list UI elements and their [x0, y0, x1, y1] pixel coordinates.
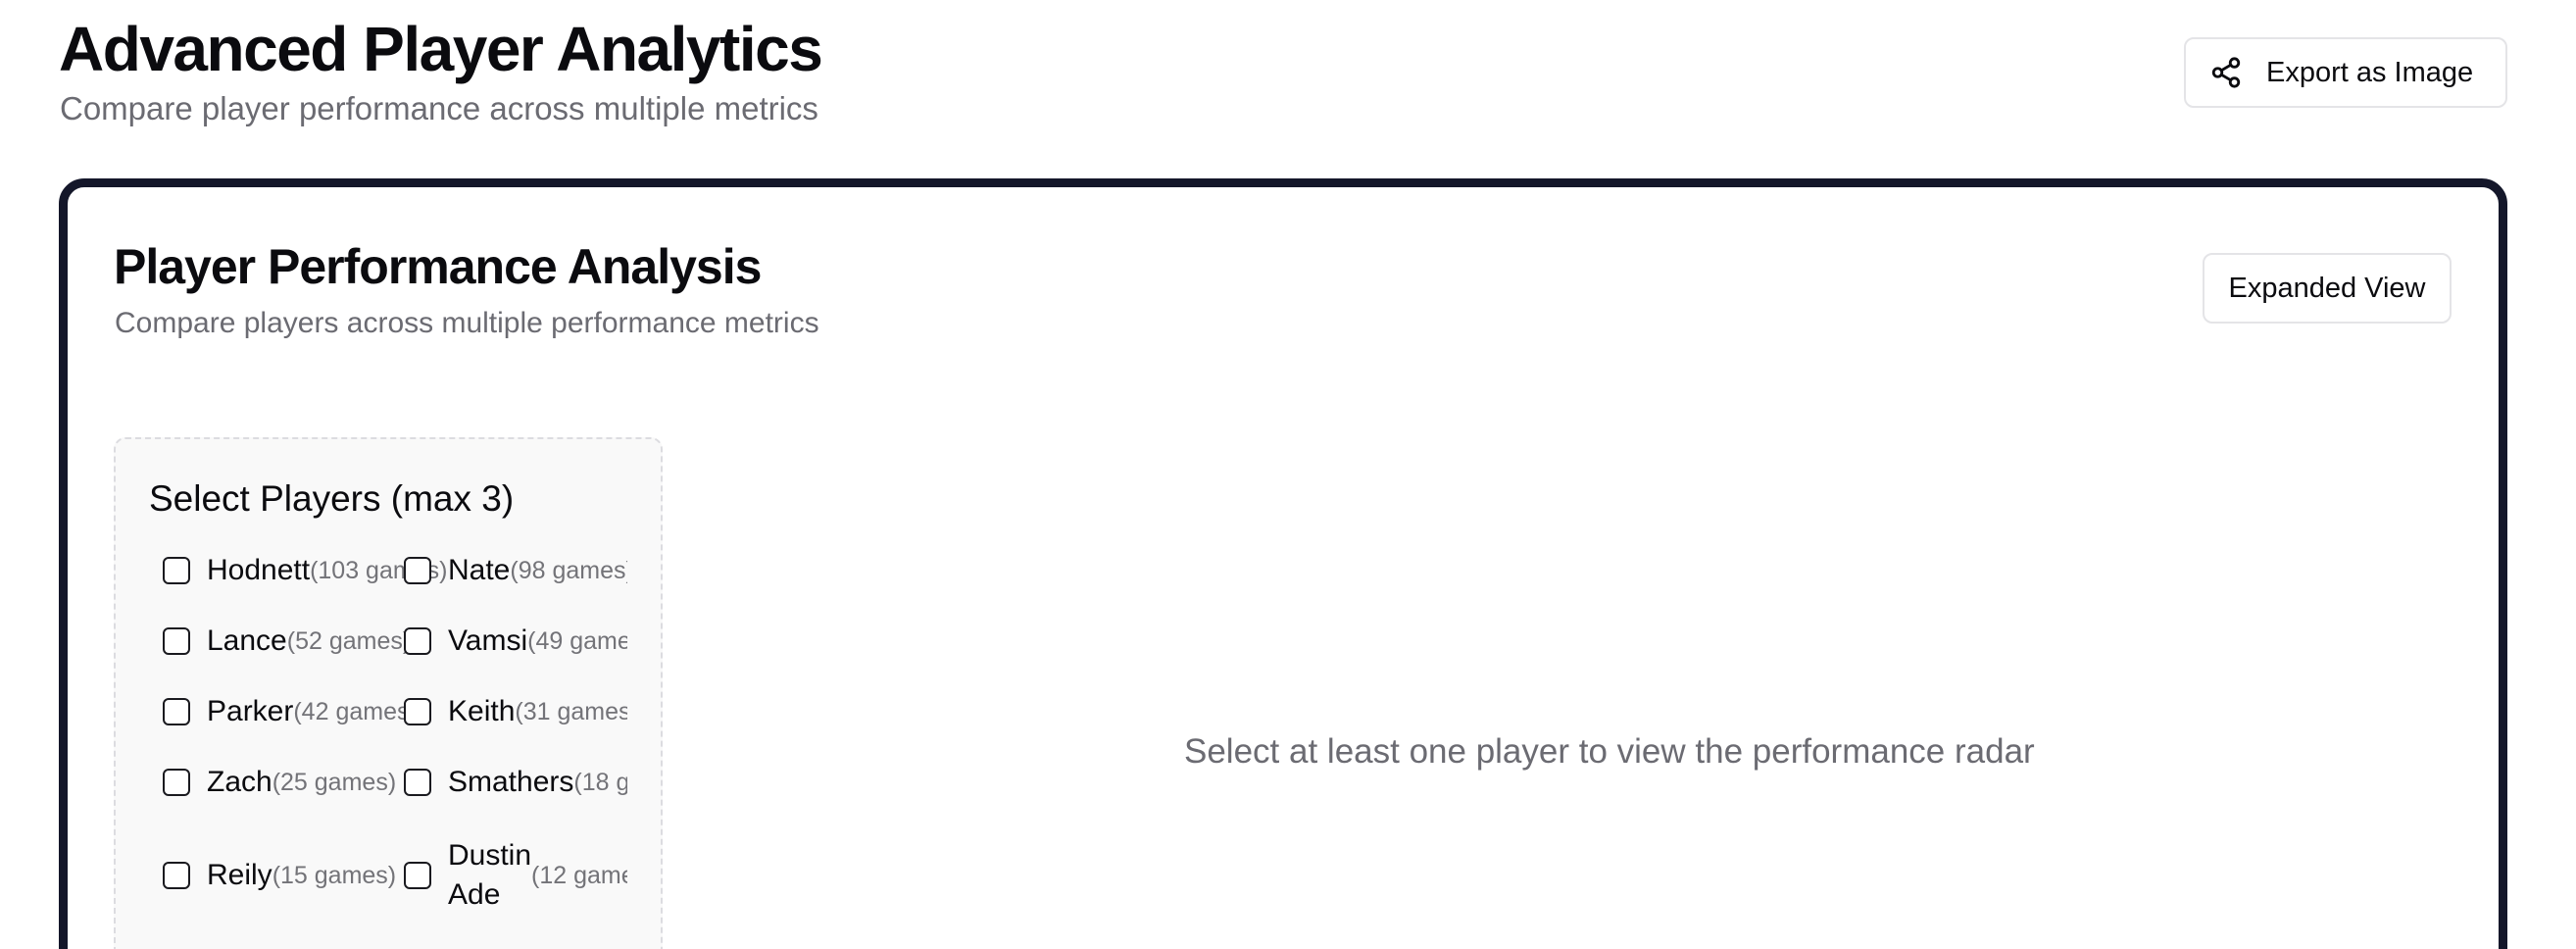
player-name: Zach	[207, 766, 272, 798]
checkbox[interactable]	[404, 627, 431, 655]
checkbox[interactable]	[404, 698, 431, 725]
checkbox[interactable]	[163, 769, 190, 796]
checkbox[interactable]	[404, 862, 431, 889]
player-name: Reily	[207, 859, 272, 891]
player-option-hodnett[interactable]: Hodnett (103 games)	[163, 539, 447, 602]
player-games: (18 games)	[573, 769, 627, 796]
checkbox[interactable]	[163, 627, 190, 655]
export-button-label: Export as Image	[2266, 56, 2474, 88]
checkbox[interactable]	[163, 557, 190, 584]
page-subtitle: Compare player performance across multip…	[60, 90, 818, 126]
player-games: (52 games)	[286, 627, 412, 655]
player-name: Vamsi	[448, 624, 528, 657]
page-title: Advanced Player Analytics	[59, 14, 823, 84]
player-option-zach[interactable]: Zach (25 games)	[163, 751, 404, 814]
player-games: (31 games)	[515, 698, 627, 725]
player-games: (49 games)	[527, 627, 627, 655]
player-option-parker[interactable]: Parker (42 games)	[163, 680, 418, 743]
player-option-nate[interactable]: Nate (98 games)	[404, 539, 627, 602]
page: Advanced Player Analytics Compare player…	[0, 0, 2576, 949]
checkbox[interactable]	[163, 862, 190, 889]
player-option-keith[interactable]: Keith (31 games)	[404, 680, 627, 743]
player-games: (98 games)	[510, 557, 627, 584]
player-option-smathers[interactable]: Smathers (18 games)	[404, 751, 627, 814]
player-option-reily[interactable]: Reily (15 games)	[163, 831, 404, 920]
player-name: Keith	[448, 695, 516, 727]
player-name: Parker	[207, 695, 294, 727]
player-name: Hodnett	[207, 554, 311, 586]
player-name: Nate	[448, 554, 511, 586]
card-subtitle: Compare players across multiple performa…	[115, 307, 819, 339]
checkbox[interactable]	[163, 698, 190, 725]
player-name: Lance	[207, 624, 287, 657]
checkbox[interactable]	[404, 557, 431, 584]
player-games: (12 games)	[531, 862, 627, 889]
checkbox[interactable]	[404, 769, 431, 796]
export-as-image-button[interactable]: Export as Image	[2184, 37, 2507, 108]
expanded-view-button[interactable]: Expanded View	[2203, 253, 2452, 324]
player-selector-title: Select Players (max 3)	[149, 478, 515, 519]
player-games: (42 games)	[293, 698, 418, 725]
radar-empty-state: Select at least one player to view the p…	[1184, 732, 2035, 771]
player-option-dustin-ade[interactable]: Dustin Ade (12 games)	[404, 831, 627, 920]
player-name: Smathers	[448, 766, 574, 798]
player-name: Dustin Ade	[448, 839, 532, 911]
card-title: Player Performance Analysis	[114, 239, 762, 294]
player-option-vamsi[interactable]: Vamsi (49 games)	[404, 610, 627, 673]
player-games: (25 games)	[272, 769, 397, 796]
share-icon	[2209, 56, 2243, 89]
player-selector: Select Players (max 3) Hodnett (103 game…	[114, 437, 663, 949]
player-games: (15 games)	[272, 862, 397, 889]
player-option-lance[interactable]: Lance (52 games)	[163, 610, 411, 673]
